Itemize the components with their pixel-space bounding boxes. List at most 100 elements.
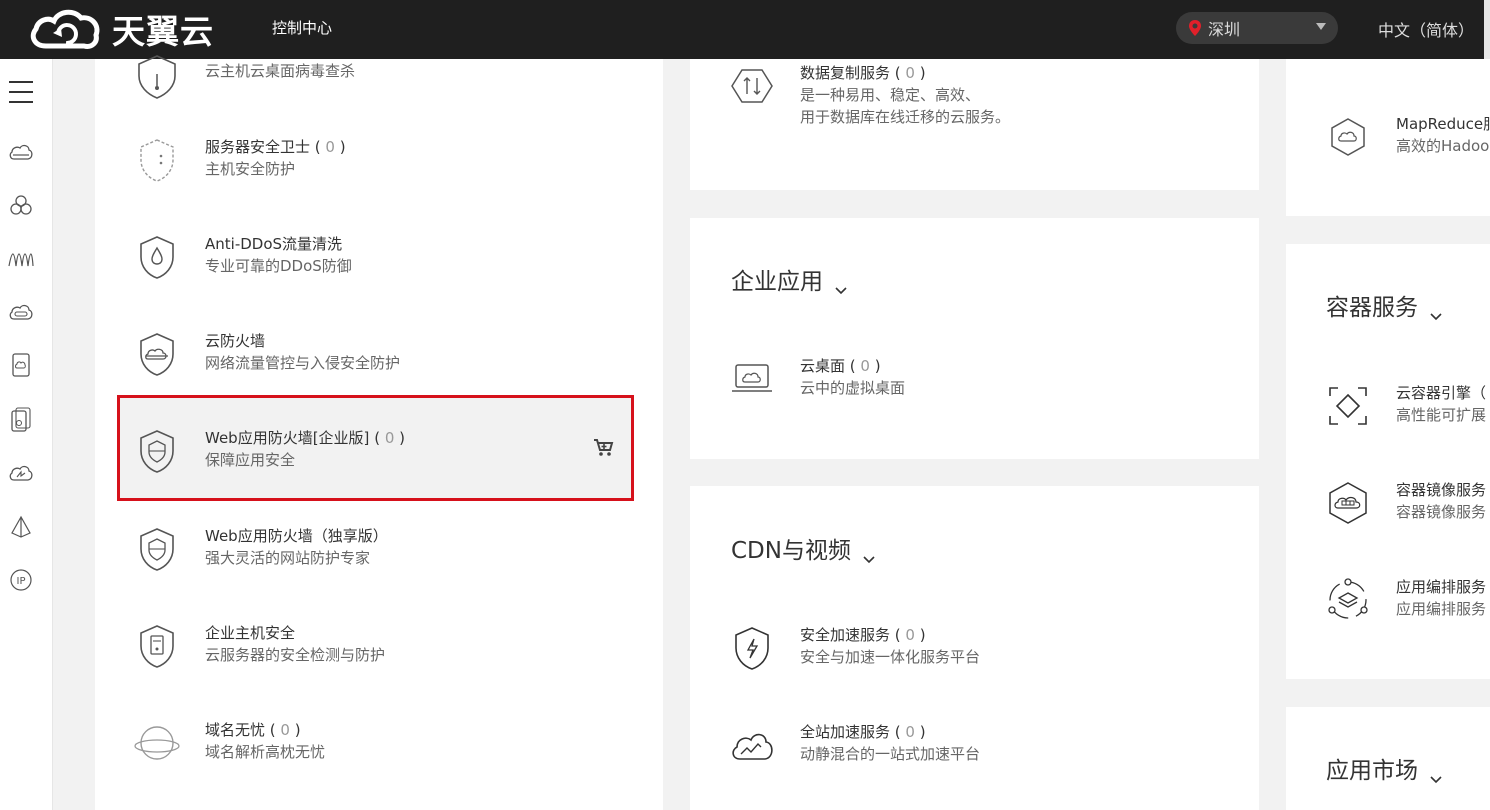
item-count: 0	[860, 357, 870, 375]
item-desc: 云中的虚拟桌面	[800, 379, 906, 397]
section-title: 企业应用	[731, 269, 823, 295]
item-desc: 安全与加速一体化服务平台	[800, 648, 981, 666]
section-enterprise-app[interactable]: 企业应用	[731, 262, 847, 296]
list-item-antivirus[interactable]: 云主机云桌面病毒查杀	[133, 52, 355, 100]
list-item-mapreduce[interactable]: MapReduce服 高效的Hadoo	[1324, 113, 1490, 161]
section-title: 应用市场	[1326, 758, 1418, 784]
container-service-panel: 容器服务 云容器引擎（ 高性能可扩展 容器镜像服务 容器镜像服务 应用编排服务 …	[1286, 244, 1490, 679]
list-item-cloud-desktop[interactable]: 云桌面 ( 0 ) 云中的虚拟桌面	[728, 355, 905, 403]
app-market-panel: 应用市场	[1286, 707, 1490, 810]
chevron-down-icon	[835, 275, 847, 295]
chevron-down-icon	[1430, 301, 1442, 321]
list-item-container-engine[interactable]: 云容器引擎（ 高性能可扩展	[1324, 382, 1486, 430]
logo[interactable]: 天翼云	[28, 6, 214, 52]
big-data-panel: MapReduce服 高效的Hadoo	[1286, 59, 1490, 216]
waves-icon[interactable]	[8, 245, 34, 271]
data-replication-icon	[728, 62, 776, 110]
item-title: 服务器安全卫士	[205, 138, 311, 156]
location-pin-icon	[1188, 19, 1202, 37]
item-desc: 容器镜像服务	[1396, 503, 1487, 521]
shield-web-exclusive-icon	[133, 525, 181, 573]
region-label: 深圳	[1208, 20, 1241, 39]
list-item-anti-ddos[interactable]: Anti-DDoS流量清洗 专业可靠的DDoS防御	[133, 233, 352, 281]
left-nav: IP	[0, 59, 53, 810]
item-desc: 专业可靠的DDoS防御	[205, 257, 352, 275]
list-item-cloud-firewall[interactable]: 云防火墙 网络流量管控与入侵安全防护	[133, 330, 400, 378]
device-icon[interactable]	[8, 352, 34, 378]
item-title: 安全加速服务	[800, 626, 891, 644]
list-item-domain-worry-free[interactable]: 域名无忧 ( 0 ) 域名解析高枕无忧	[133, 719, 325, 767]
list-item-site-acceleration[interactable]: 全站加速服务 ( 0 ) 动静混合的一站式加速平台	[728, 721, 980, 769]
cart-icon[interactable]	[592, 436, 614, 458]
cloud-desktop-icon	[728, 355, 776, 403]
item-desc: 应用编排服务	[1396, 600, 1487, 618]
section-title: CDN与视频	[731, 538, 851, 564]
item-count: 0	[905, 723, 915, 741]
list-item-waf-enterprise[interactable]: Web应用防火墙[企业版] ( 0 ) 保障应用安全	[133, 427, 405, 475]
region-selector[interactable]: 深圳	[1176, 12, 1338, 44]
list-item-secure-acceleration[interactable]: 安全加速服务 ( 0 ) 安全与加速一体化服务平台	[728, 624, 980, 672]
list-item-app-orchestration[interactable]: 应用编排服务 应用编排服务	[1324, 576, 1486, 624]
shield-bolt-icon	[728, 624, 776, 672]
item-title: Anti-DDoS流量清洗	[205, 235, 343, 253]
item-desc-line1: 是一种易用、稳定、高效、	[800, 86, 981, 104]
chevron-down-icon	[863, 544, 875, 564]
scrollbar-track[interactable]	[1484, 0, 1490, 59]
cluster-icon[interactable]	[8, 192, 34, 218]
ip-icon[interactable]: IP	[8, 567, 34, 593]
list-item-waf-exclusive[interactable]: Web应用防火墙（独享版） 强大灵活的网站防护专家	[133, 525, 388, 573]
item-title: 容器镜像服务	[1396, 481, 1487, 499]
item-count: 0	[325, 138, 335, 156]
logo-text: 天翼云	[112, 12, 214, 51]
section-container-service[interactable]: 容器服务	[1326, 288, 1442, 322]
item-title: 全站加速服务	[800, 723, 891, 741]
cloud-chart-icon	[728, 721, 776, 769]
item-desc: 域名解析高枕无忧	[205, 743, 326, 761]
item-desc: 云主机云桌面病毒查杀	[205, 62, 356, 80]
container-engine-icon	[1324, 382, 1372, 430]
list-item-host-security[interactable]: 企业主机安全 云服务器的安全检测与防护	[133, 622, 385, 670]
item-title: 域名无忧	[205, 721, 266, 739]
app-orchestration-icon	[1324, 576, 1372, 624]
console-center-link[interactable]: 控制中心	[272, 17, 332, 38]
item-title: MapReduce服	[1396, 115, 1490, 133]
item-title: 云桌面	[800, 357, 846, 375]
item-desc: 保障应用安全	[205, 451, 296, 469]
section-app-market[interactable]: 应用市场	[1326, 751, 1442, 785]
menu-icon[interactable]	[9, 81, 33, 103]
item-title: 云容器引擎（	[1396, 384, 1487, 402]
item-count: 0	[384, 429, 395, 447]
domain-globe-icon	[133, 719, 181, 767]
multi-device-icon[interactable]	[8, 407, 34, 433]
item-title: Web应用防火墙（独享版）	[205, 527, 388, 545]
chevron-down-icon	[1430, 764, 1442, 784]
shield-antivirus-icon	[133, 52, 181, 100]
list-item-container-image[interactable]: 容器镜像服务 容器镜像服务	[1324, 479, 1486, 527]
item-title: 数据复制服务	[800, 64, 891, 82]
shield-web-icon	[133, 427, 181, 475]
container-image-icon	[1324, 479, 1372, 527]
caret-down-icon	[1316, 23, 1326, 30]
shield-host-icon	[133, 622, 181, 670]
server-icon[interactable]	[8, 299, 34, 325]
section-cdn-video[interactable]: CDN与视频	[731, 531, 875, 565]
item-desc: 高性能可扩展	[1396, 406, 1487, 424]
shield-dots-icon	[133, 136, 181, 184]
item-count: 0	[905, 626, 915, 644]
item-desc: 云服务器的安全检测与防护	[205, 646, 386, 664]
item-desc: 网络流量管控与入侵安全防护	[205, 354, 401, 372]
list-item-data-replication[interactable]: 数据复制服务 ( 0 ) 是一种易用、稳定、高效、 用于数据库在线迁移的云服务。	[728, 62, 1010, 128]
item-title: 企业主机安全	[205, 624, 296, 642]
item-title: 云防火墙	[205, 332, 266, 350]
list-item-server-guard[interactable]: 服务器安全卫士 ( 0 ) 主机安全防护	[133, 136, 346, 184]
shield-drop-icon	[133, 233, 181, 281]
language-selector[interactable]: 中文（简体）	[1378, 17, 1474, 41]
item-desc: 强大灵活的网站防护专家	[205, 549, 371, 567]
cloud-speed-icon[interactable]	[8, 460, 34, 486]
section-title: 容器服务	[1326, 295, 1418, 321]
cloud-drive-icon[interactable]	[8, 139, 34, 165]
pyramid-icon[interactable]	[8, 514, 34, 540]
item-desc-line2: 用于数据库在线迁移的云服务。	[800, 108, 1011, 126]
item-count: 0	[905, 64, 915, 82]
top-bar: 天翼云 控制中心 深圳 中文（简体）	[0, 0, 1490, 59]
